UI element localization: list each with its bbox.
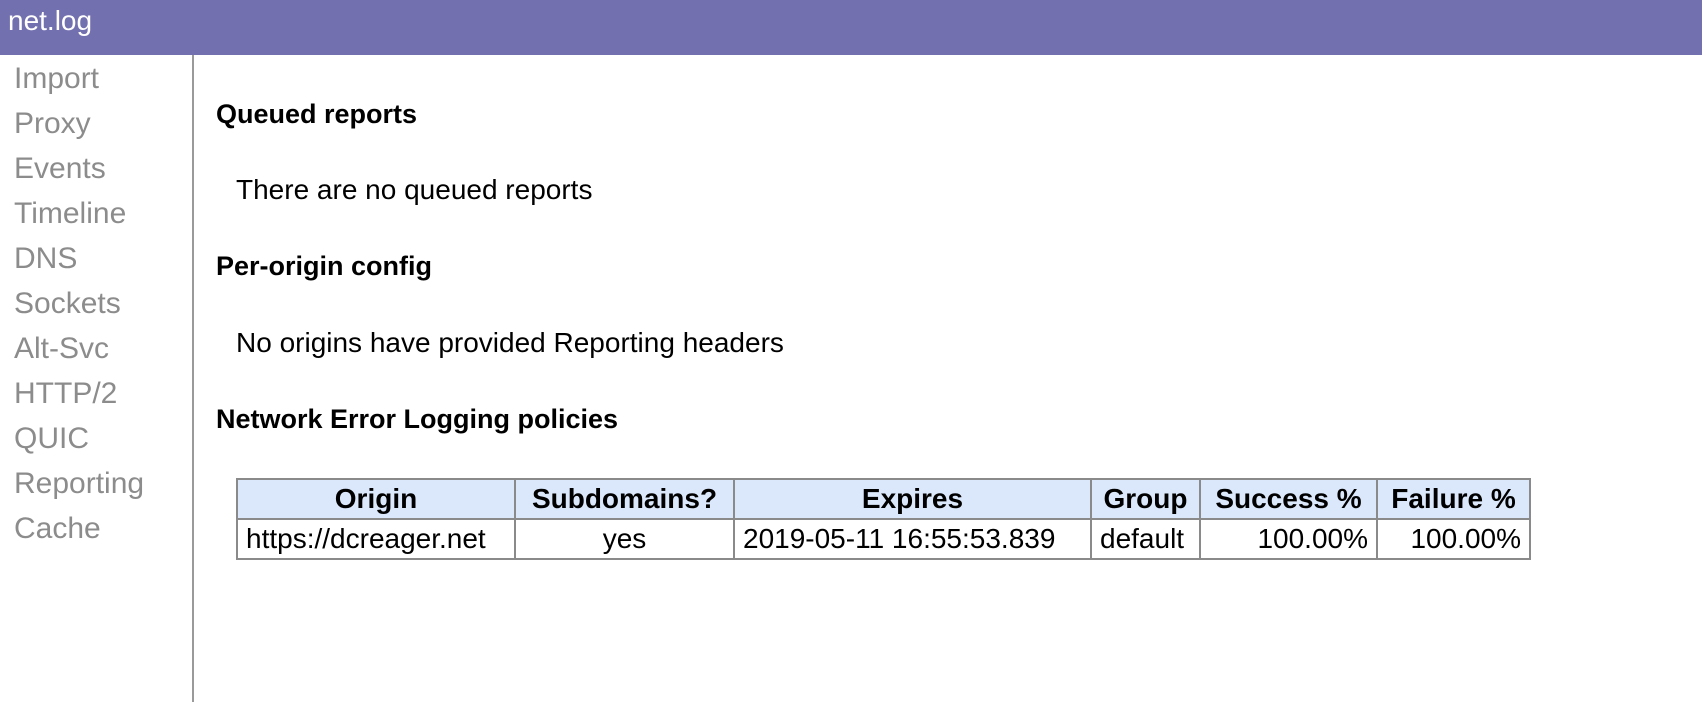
column-header-group: Group	[1090, 478, 1201, 520]
per-origin-config-heading: Per-origin config	[216, 251, 432, 281]
sidebar-nav: Import Proxy Events Timeline DNS Sockets…	[0, 55, 194, 702]
nel-policies-table: Origin Subdomains? Expires Group Success…	[236, 478, 1531, 560]
sidebar-item-reporting[interactable]: Reporting	[14, 466, 144, 502]
app-title: net.log	[8, 5, 93, 36]
cell-failure: 100.00%	[1376, 518, 1531, 560]
sidebar-item-http2[interactable]: HTTP/2	[14, 376, 117, 412]
nel-policies-heading: Network Error Logging policies	[216, 404, 619, 434]
table-row: https://dcreager.net yes 2019-05-11 16:5…	[236, 518, 1531, 560]
sidebar-item-proxy[interactable]: Proxy	[14, 106, 91, 142]
sidebar-item-events[interactable]: Events	[14, 151, 106, 187]
sidebar-item-sockets[interactable]: Sockets	[14, 286, 121, 322]
cell-origin: https://dcreager.net	[236, 518, 516, 560]
cell-group: default	[1090, 518, 1201, 560]
column-header-failure: Failure %	[1376, 478, 1531, 520]
queued-reports-heading: Queued reports	[216, 99, 418, 129]
column-header-success: Success %	[1199, 478, 1378, 520]
sidebar-item-quic[interactable]: QUIC	[14, 421, 89, 457]
queued-reports-text: There are no queued reports	[236, 174, 593, 205]
sidebar-item-timeline[interactable]: Timeline	[14, 196, 126, 232]
sidebar-item-cache[interactable]: Cache	[14, 511, 101, 547]
cell-expires: 2019-05-11 16:55:53.839	[733, 518, 1092, 560]
main-content: Queued reports There are no queued repor…	[216, 55, 1676, 695]
column-header-expires: Expires	[733, 478, 1092, 520]
cell-success: 100.00%	[1199, 518, 1378, 560]
title-bar: net.log	[0, 0, 1702, 55]
column-header-origin: Origin	[236, 478, 516, 520]
sidebar-item-alt-svc[interactable]: Alt-Svc	[14, 331, 109, 367]
per-origin-config-text: No origins have provided Reporting heade…	[236, 327, 784, 358]
cell-subdomains: yes	[514, 518, 735, 560]
sidebar-item-dns[interactable]: DNS	[14, 241, 77, 277]
sidebar-item-import[interactable]: Import	[14, 61, 99, 97]
table-header-row: Origin Subdomains? Expires Group Success…	[236, 478, 1531, 520]
column-header-subdomains: Subdomains?	[514, 478, 735, 520]
